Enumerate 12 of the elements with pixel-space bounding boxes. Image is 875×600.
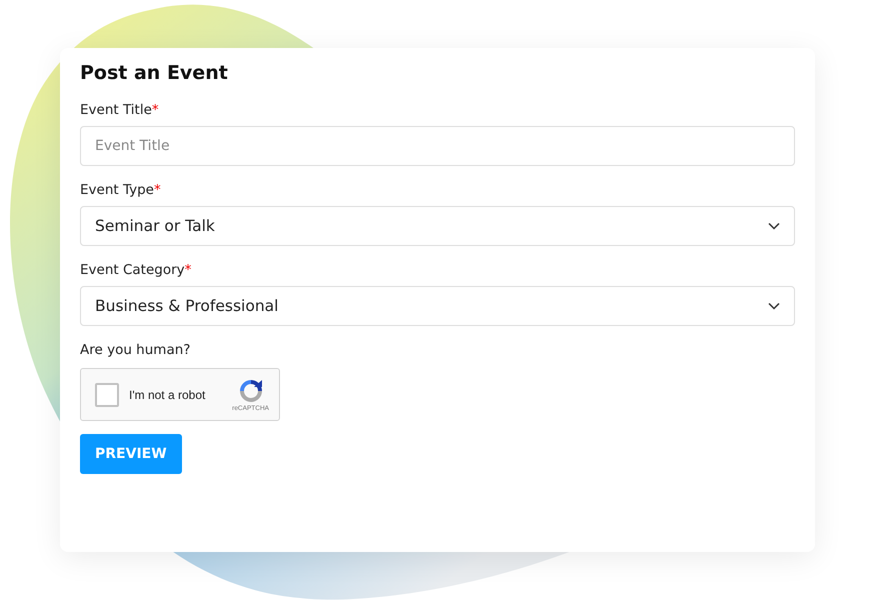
field-label: Event Title*: [80, 102, 160, 118]
field-label: Are you human?: [80, 342, 190, 358]
field-label: Event Category*: [80, 262, 192, 278]
chevron-down-icon: [768, 222, 780, 230]
select-field[interactable]: Seminar or Talk: [80, 206, 795, 246]
input-field[interactable]: Event Title: [80, 126, 795, 166]
select-field[interactable]: Business & Professional: [80, 286, 795, 326]
captcha-text: I'm not a robot: [129, 388, 206, 402]
chevron-down-icon: [768, 302, 780, 310]
form-title: Post an Event: [80, 62, 228, 84]
field-label: Event Type*: [80, 182, 162, 198]
checkbox[interactable]: [95, 382, 119, 406]
